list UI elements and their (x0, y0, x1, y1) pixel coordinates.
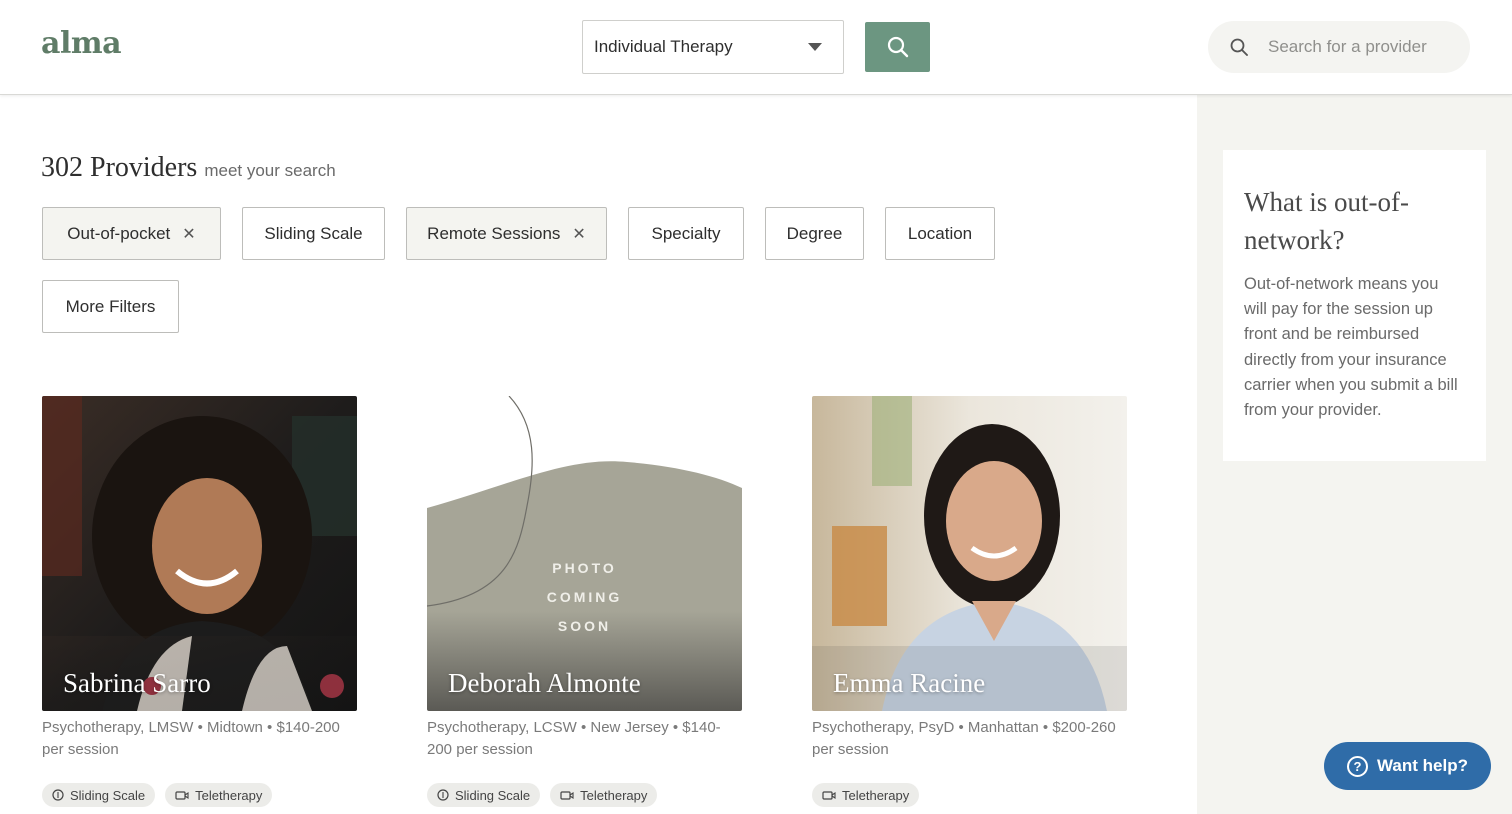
placeholder-line: COMING (546, 589, 623, 605)
results-count: 302 Providers (41, 152, 198, 183)
therapy-type-value: Individual Therapy (594, 37, 733, 56)
more-filters-button[interactable]: More Filters (42, 280, 179, 333)
tag-teletherapy: Teletherapy (812, 783, 920, 807)
info-side-panel: What is out-of-network? Out-of-network m… (1197, 95, 1512, 814)
filter-label: Remote Sessions (427, 223, 561, 243)
provider-details: Psychotherapy, LCSW • New Jersey • $140-… (427, 719, 721, 758)
provider-portrait-image (42, 396, 357, 711)
alma-logo[interactable]: alma (41, 26, 122, 61)
provider-tags: Teletherapy (812, 783, 1127, 807)
tag-label: Sliding Scale (455, 787, 531, 803)
tag-sliding-scale: Sliding Scale (42, 783, 156, 807)
provider-tags: Sliding Scale Teletherapy (427, 783, 742, 807)
placeholder-line: SOON (557, 618, 612, 634)
tag-label: Sliding Scale (70, 787, 146, 803)
video-camera-icon (560, 790, 574, 800)
close-icon[interactable]: ✕ (572, 224, 585, 244)
tag-teletherapy: Teletherapy (550, 783, 658, 807)
photo-coming-soon-text: PHOTO COMING SOON (427, 554, 742, 641)
filter-label: More Filters (65, 296, 156, 316)
filter-degree[interactable]: Degree (765, 207, 864, 260)
provider-card[interactable]: Sabrina Sarro Psychotherapy, LMSW • Midt… (42, 396, 357, 807)
provider-portrait-image (812, 396, 1127, 711)
results-subtitle: meet your search (204, 161, 336, 180)
filter-out-of-pocket[interactable]: Out-of-pocket ✕ (42, 207, 221, 260)
tag-sliding-scale: Sliding Scale (427, 783, 541, 807)
filter-remote-sessions[interactable]: Remote Sessions ✕ (406, 207, 607, 260)
provider-card[interactable]: PHOTO COMING SOON Deborah Almonte Psycho… (427, 396, 742, 807)
filter-label: Out-of-pocket (67, 223, 171, 243)
filter-label: Degree (786, 223, 843, 243)
question-circle-icon: ? (1347, 755, 1369, 777)
provider-name[interactable]: Emma Racine (833, 668, 985, 699)
filter-specialty[interactable]: Specialty (628, 207, 744, 260)
provider-search-input[interactable] (1268, 37, 1458, 57)
provider-name[interactable]: Deborah Almonte (448, 668, 641, 699)
placeholder-line: PHOTO (552, 560, 617, 576)
provider-name[interactable]: Sabrina Sarro (63, 668, 211, 699)
close-icon[interactable]: ✕ (182, 224, 195, 244)
want-help-button[interactable]: ? Want help? (1324, 742, 1491, 790)
search-button[interactable] (865, 22, 930, 72)
video-camera-icon (175, 790, 189, 800)
tag-teletherapy: Teletherapy (165, 783, 273, 807)
provider-card[interactable]: Emma Racine Psychotherapy, PsyD • Manhat… (812, 396, 1127, 807)
results-heading: 302 Providers meet your search (41, 152, 336, 184)
info-card-title: What is out-of-network? (1244, 187, 1409, 255)
search-icon (887, 36, 908, 58)
provider-search-box (1208, 21, 1470, 73)
out-of-network-info-card: What is out-of-network? Out-of-network m… (1223, 150, 1486, 461)
provider-tags: Sliding Scale Teletherapy (42, 783, 357, 807)
video-camera-icon (822, 790, 836, 800)
provider-details: Psychotherapy, LMSW • Midtown • $140-200… (42, 719, 340, 758)
therapy-type-select[interactable]: Individual Therapy (582, 20, 844, 74)
dollar-circle-icon (52, 789, 64, 801)
filter-label: Specialty (651, 223, 721, 243)
provider-details: Psychotherapy, PsyD • Manhattan • $200-2… (812, 719, 1116, 758)
tag-label: Teletherapy (195, 787, 263, 803)
top-header: alma Individual Therapy (0, 0, 1512, 95)
tag-label: Teletherapy (580, 787, 648, 803)
filter-location[interactable]: Location (885, 207, 995, 260)
filter-label: Sliding Scale (264, 223, 363, 243)
info-card-body: Out-of-network means you will pay for th… (1244, 275, 1458, 420)
filter-label: Location (907, 223, 973, 243)
dollar-circle-icon (437, 789, 449, 801)
filter-sliding-scale[interactable]: Sliding Scale (242, 207, 385, 260)
tag-label: Teletherapy (842, 787, 910, 803)
search-icon (1230, 38, 1248, 56)
help-label: Want help? (1377, 756, 1468, 775)
provider-photo[interactable]: Emma Racine (812, 396, 1127, 711)
provider-photo[interactable]: Sabrina Sarro (42, 396, 357, 711)
chevron-down-icon (808, 43, 822, 51)
provider-photo-placeholder[interactable]: PHOTO COMING SOON Deborah Almonte (427, 396, 742, 711)
